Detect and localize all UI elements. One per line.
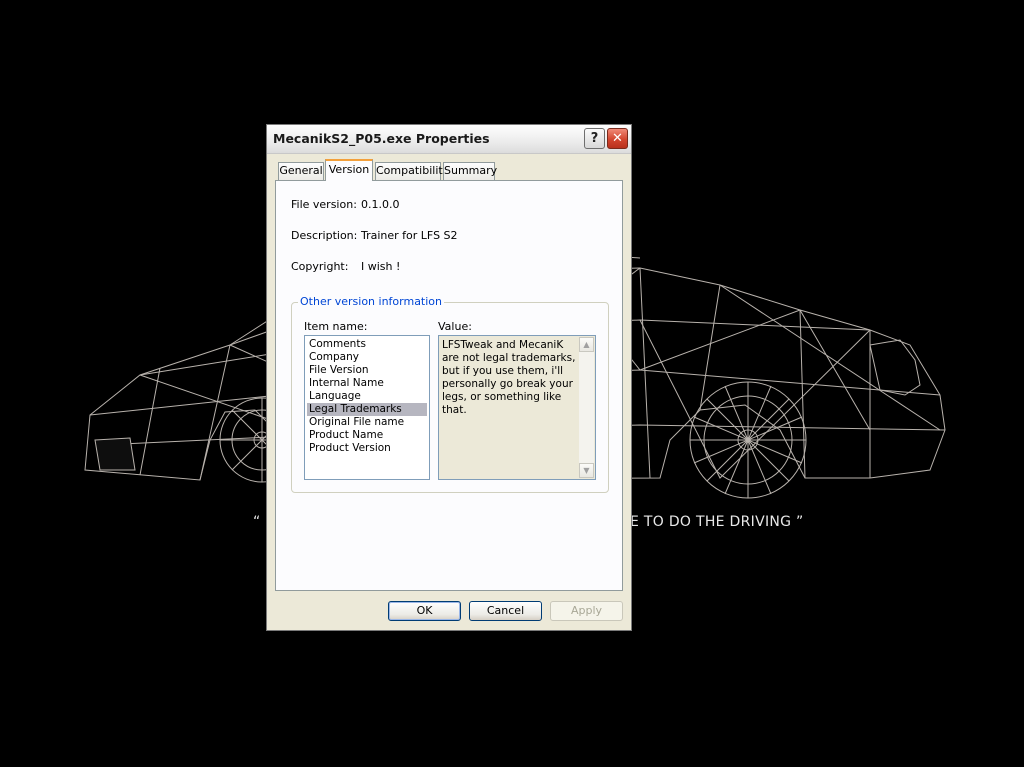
list-item[interactable]: Comments xyxy=(307,338,427,351)
list-item[interactable]: Original File name xyxy=(307,416,427,429)
help-icon: ? xyxy=(590,131,599,146)
tab-summary[interactable]: Summary xyxy=(443,162,497,180)
file-version-label: File version: xyxy=(291,198,357,211)
scroll-up-icon[interactable]: ▲ xyxy=(579,337,594,352)
list-item[interactable]: File Version xyxy=(307,364,427,377)
value-label: Value: xyxy=(438,320,472,333)
ok-button[interactable]: OK xyxy=(388,601,461,621)
properties-dialog: MecanikS2_P05.exe Properties ? ✕ General… xyxy=(266,124,632,631)
title-bar[interactable]: MecanikS2_P05.exe Properties ? ✕ xyxy=(267,125,631,154)
help-button[interactable]: ? xyxy=(584,128,605,149)
copyright-label: Copyright: xyxy=(291,260,349,273)
item-name-listbox[interactable]: Comments Company File Version Internal N… xyxy=(304,335,430,480)
wallpaper-quote-right: E TO DO THE DRIVING ” xyxy=(630,514,804,530)
list-item[interactable]: Language xyxy=(307,390,427,403)
close-icon: ✕ xyxy=(612,131,623,146)
group-title: Other version information xyxy=(298,295,445,308)
version-tab-panel: File version: 0.1.0.0 Description: Train… xyxy=(275,180,623,591)
list-item[interactable]: Company xyxy=(307,351,427,364)
tab-compatibility[interactable]: Compatibility xyxy=(375,162,449,180)
close-button[interactable]: ✕ xyxy=(607,128,628,149)
list-item[interactable]: Product Version xyxy=(307,442,427,455)
value-textbox[interactable]: LFSTweak and MecaniK are not legal trade… xyxy=(438,335,596,480)
file-version-value: 0.1.0.0 xyxy=(361,198,400,211)
tab-version[interactable]: Version xyxy=(325,159,373,181)
list-item[interactable]: Internal Name xyxy=(307,377,427,390)
description-value: Trainer for LFS S2 xyxy=(361,229,458,242)
value-text: LFSTweak and MecaniK are not legal trade… xyxy=(442,339,576,416)
scroll-down-icon[interactable]: ▼ xyxy=(579,463,594,478)
list-item[interactable]: Product Name xyxy=(307,429,427,442)
copyright-value: I wish ! xyxy=(361,260,401,273)
apply-button[interactable]: Apply xyxy=(550,601,623,621)
list-item-selected[interactable]: Legal Trademarks xyxy=(307,403,427,416)
tab-general[interactable]: General xyxy=(278,162,324,180)
other-version-group: Other version information Item name: Val… xyxy=(291,295,609,493)
item-name-label: Item name: xyxy=(304,320,368,333)
description-label: Description: xyxy=(291,229,358,242)
cancel-button[interactable]: Cancel xyxy=(469,601,542,621)
value-scrollbar[interactable]: ▲ ▼ xyxy=(579,337,594,478)
window-title: MecanikS2_P05.exe Properties xyxy=(273,131,490,146)
